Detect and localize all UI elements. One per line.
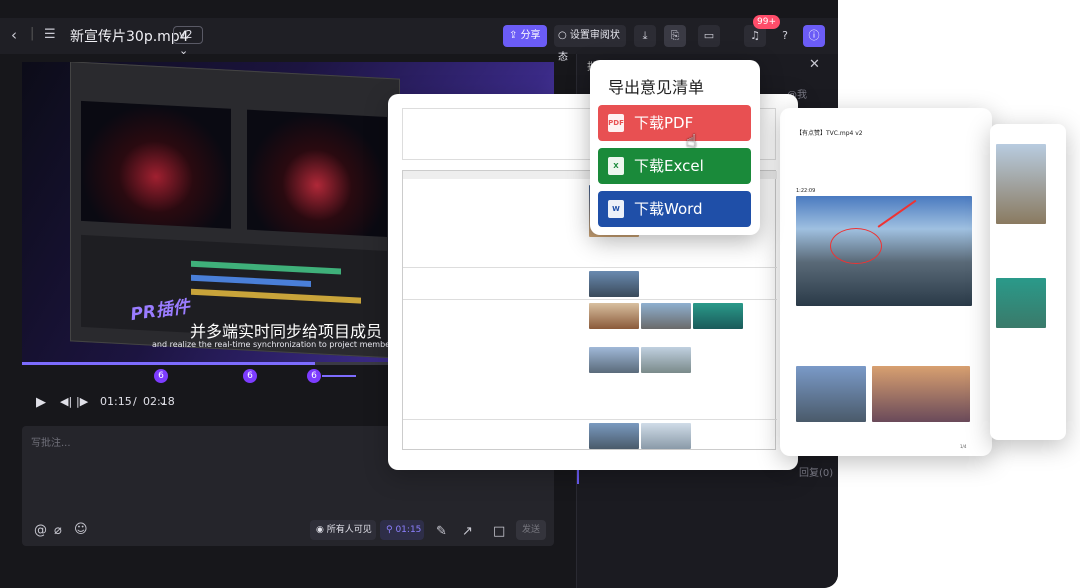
report-time: 1:22:09 bbox=[796, 188, 816, 194]
word-file-icon: W bbox=[608, 200, 624, 218]
comment-placeholder: 写批注... bbox=[31, 438, 71, 449]
review-status-button[interactable]: ○ 设置审阅状态 bbox=[554, 25, 626, 63]
send-button[interactable]: 发送 bbox=[516, 520, 546, 540]
time-current: 01:15 bbox=[100, 395, 132, 408]
export-comments-menu: 导出意见清单 PDF 下载PDF X 下载Excel W 下载Word bbox=[590, 60, 760, 235]
export-menu-title: 导出意见清单 bbox=[608, 78, 705, 97]
download-excel-label: 下载Excel bbox=[634, 157, 704, 175]
divider: | bbox=[30, 26, 35, 41]
reply-count[interactable]: 回复(0) bbox=[799, 464, 833, 479]
menu-list-icon[interactable]: ☰ bbox=[44, 28, 56, 41]
pdf-file-icon: PDF bbox=[608, 114, 624, 132]
download-word-button[interactable]: W 下载Word bbox=[598, 191, 751, 227]
download-word-label: 下载Word bbox=[634, 200, 703, 218]
comment-marker[interactable]: 6 bbox=[307, 369, 321, 383]
download-excel-button[interactable]: X 下载Excel bbox=[598, 148, 751, 184]
comment-marker[interactable]: 6 bbox=[154, 369, 168, 383]
marker-range bbox=[322, 375, 356, 377]
thumbnail-photo bbox=[872, 366, 970, 422]
download-icon[interactable]: ⤓ bbox=[634, 25, 656, 47]
share-button[interactable]: ⇪ 分享 bbox=[503, 25, 547, 47]
annotation-circle bbox=[830, 228, 882, 264]
visibility-button[interactable]: ◉ 所有人可见 bbox=[310, 520, 376, 540]
hand-cursor-icon: ☝ bbox=[686, 131, 697, 152]
share-label: 分享 bbox=[520, 30, 541, 41]
export-list-icon[interactable]: ⎘ bbox=[664, 25, 686, 47]
status-circle-icon: ○ bbox=[558, 30, 570, 41]
info-icon[interactable]: ⓘ bbox=[803, 25, 825, 47]
export-preview-page3 bbox=[990, 124, 1066, 440]
download-pdf-label: 下载PDF bbox=[634, 114, 694, 132]
subtitle-english: and realize the real-time synchronizatio… bbox=[152, 340, 426, 349]
page-number: 1/4 bbox=[960, 444, 967, 449]
prev-frame-icon[interactable]: ◀| bbox=[60, 395, 72, 408]
subtitle-chinese: 并多端实时同步给项目成员 bbox=[190, 322, 383, 341]
program-monitor-frame bbox=[247, 109, 387, 237]
excel-file-icon: X bbox=[608, 157, 624, 175]
thumbnail-photo bbox=[796, 366, 866, 422]
screen-icon[interactable]: ▭ bbox=[698, 25, 720, 47]
version-selector[interactable]: v2 ⌄ bbox=[173, 26, 203, 57]
chevron-down-icon: ⌄ bbox=[179, 44, 189, 57]
rect-tool-icon[interactable]: □ bbox=[493, 525, 505, 538]
attachment-icon[interactable]: ⌀ bbox=[54, 524, 62, 537]
file-title: 新宣传片30p.mp4 bbox=[70, 29, 189, 45]
timestamp-label: 01:15 bbox=[395, 525, 422, 535]
back-chevron-icon[interactable]: ‹ bbox=[11, 28, 17, 43]
timestamp-button[interactable]: ⚲ 01:15 bbox=[380, 520, 424, 540]
pen-icon[interactable]: ✎ bbox=[436, 525, 447, 538]
top-toolbar: ‹ | ☰ 新宣传片30p.mp4 v2 ⌄ ⇪ 分享 ○ 设置审阅状态 ⤓ ⎘… bbox=[0, 15, 838, 63]
help-icon[interactable]: ? bbox=[774, 25, 796, 47]
emoji-icon[interactable]: ☺ bbox=[74, 523, 88, 536]
next-frame-icon[interactable]: |▶ bbox=[76, 395, 88, 408]
comment-marker[interactable]: 6 bbox=[243, 369, 257, 383]
report-title: 【有点赞】TVC.mp4 v2 bbox=[796, 130, 863, 137]
download-pdf-button[interactable]: PDF 下载PDF bbox=[598, 105, 751, 141]
source-monitor-frame bbox=[81, 100, 231, 229]
visibility-label: 所有人可见 bbox=[326, 525, 372, 535]
export-preview-report: 【有点赞】TVC.mp4 v2 1:22:09 1/4 bbox=[780, 108, 992, 456]
close-icon[interactable]: ✕ bbox=[809, 58, 820, 71]
premiere-editor-screenshot bbox=[70, 62, 400, 359]
at-mention-icon[interactable]: @ bbox=[34, 524, 47, 537]
chevron-down-icon[interactable]: ⌄ bbox=[158, 395, 167, 408]
version-label: v2 bbox=[179, 28, 193, 41]
play-icon[interactable]: ▶ bbox=[36, 395, 46, 410]
annotated-photo bbox=[796, 196, 972, 306]
progress-fill bbox=[22, 362, 315, 365]
annotation-arrow bbox=[877, 199, 917, 228]
share-icon: ⇪ bbox=[509, 30, 521, 41]
time-separator: / bbox=[133, 395, 137, 408]
globe-icon: ◉ bbox=[316, 525, 327, 535]
arrow-tool-icon[interactable]: ↗ bbox=[462, 525, 473, 538]
